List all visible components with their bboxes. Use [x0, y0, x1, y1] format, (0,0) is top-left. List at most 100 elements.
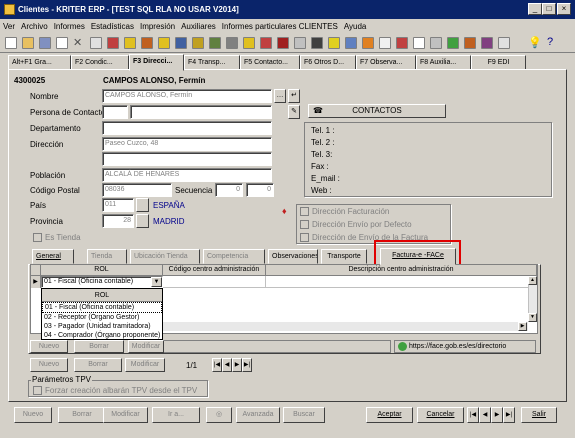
aceptar-button[interactable]: Aceptar	[366, 407, 413, 423]
tab-f4[interactable]: F4 Transp...	[184, 55, 240, 70]
secuencia-input-2[interactable]: 0	[246, 183, 274, 197]
tool-icon-17[interactable]	[277, 37, 289, 49]
direccion-envio-factura-checkbox[interactable]	[300, 233, 309, 242]
departamento-input[interactable]	[102, 121, 272, 135]
subtab-competencia[interactable]: Competencia	[203, 249, 265, 264]
contactos-button[interactable]: ☎ CONTACTOS	[308, 104, 446, 118]
open-folder-icon[interactable]	[22, 37, 34, 49]
nav-next-icon[interactable]: ▶	[491, 407, 503, 423]
dropdown-option-1[interactable]: 01 - Fiscal (Oficina contable)	[42, 302, 162, 313]
grid-header-codigo[interactable]: Código centro administración	[163, 265, 266, 276]
subtab-factura-e[interactable]: Factura-e -FACe	[380, 248, 456, 265]
record-next-icon[interactable]: ▶	[232, 358, 242, 372]
tool-icon-22[interactable]	[362, 37, 374, 49]
subtab-ubicacion-tienda[interactable]: Ubicación Tienda	[130, 249, 200, 264]
persona-contacto-input[interactable]	[130, 105, 272, 119]
record-prev-icon[interactable]: ◀	[222, 358, 232, 372]
direccion-input-2[interactable]	[102, 152, 272, 166]
tab-f9[interactable]: F9 EDI	[471, 55, 526, 70]
record-borrar-button[interactable]: Borrar	[74, 358, 122, 372]
modificar-button[interactable]: Modificar	[103, 407, 148, 423]
tool-icon-20[interactable]	[328, 37, 340, 49]
tool-icon-10[interactable]	[158, 37, 170, 49]
grid-header-descripcion[interactable]: Descripción centro administración	[266, 265, 537, 276]
record-nuevo-button[interactable]: Nuevo	[30, 358, 68, 372]
grid-cell-descripcion[interactable]	[266, 276, 528, 288]
scroll-up-icon[interactable]: ▲	[528, 276, 537, 285]
dropdown-option-2[interactable]: 02 - Receptor (Órgano Gestor)	[42, 313, 162, 322]
subtab-general[interactable]: General	[32, 249, 74, 264]
tool-icon-26[interactable]	[430, 37, 442, 49]
grid-modificar-button[interactable]: Modificar	[128, 340, 164, 353]
new-document-icon[interactable]	[5, 37, 17, 49]
persona-contacto-edit-button[interactable]: ✎	[288, 105, 300, 119]
dropdown-option-3[interactable]: 03 - Pagador (Unidad tramitadora)	[42, 322, 162, 331]
nombre-input[interactable]: CAMPOS ALONSO, Fermín	[102, 89, 272, 103]
direccion-envio-checkbox[interactable]	[300, 220, 309, 229]
tool-icon-11[interactable]	[175, 37, 187, 49]
tool-icon-28[interactable]	[464, 37, 476, 49]
chart-icon[interactable]	[260, 37, 272, 49]
nav-first-icon[interactable]: |◀	[467, 407, 479, 423]
subtab-tienda[interactable]: Tienda	[87, 249, 127, 264]
tool-icon-24[interactable]	[396, 37, 408, 49]
scroll-down-icon[interactable]: ▼	[528, 313, 537, 322]
grid-borrar-button[interactable]: Borrar	[74, 340, 124, 353]
grid-horizontal-scrollbar[interactable]	[163, 322, 528, 331]
tab-f8[interactable]: F8 Auxilia...	[416, 55, 471, 70]
record-modificar-button[interactable]: Modificar	[125, 358, 165, 372]
buscar-button[interactable]: Buscar	[283, 407, 325, 423]
poblacion-input[interactable]: ALCALÁ DE HENARES	[102, 168, 272, 182]
tab-f3[interactable]: F3 Direcci...	[129, 54, 184, 71]
provincia-code-input[interactable]: 28	[102, 214, 134, 228]
menu-auxiliares[interactable]: Auxiliares	[178, 22, 219, 31]
tool-icon-8[interactable]	[124, 37, 136, 49]
minimize-button[interactable]: _	[528, 3, 542, 15]
pais-name[interactable]: ESPAÑA	[153, 200, 185, 211]
record-last-icon[interactable]: ▶|	[242, 358, 252, 372]
tool-icon-9[interactable]	[141, 37, 153, 49]
menu-estadisticas[interactable]: Estadísticas	[88, 22, 137, 31]
direccion-input[interactable]: Paseo Cuzco, 48	[102, 137, 272, 151]
menu-informes[interactable]: Informes	[51, 22, 88, 31]
salir-button[interactable]: Salir	[521, 407, 557, 423]
rol-select[interactable]: 01 - Fiscal (Oficina contable)	[41, 276, 163, 288]
help-question-icon[interactable]: ?	[547, 36, 553, 48]
tool-icon-30[interactable]	[498, 37, 510, 49]
grid-cell-codigo[interactable]	[163, 276, 266, 288]
grid-header-rol[interactable]: ROL	[41, 265, 163, 276]
save-icon[interactable]	[39, 37, 51, 49]
nombre-lookup-button[interactable]: …	[274, 89, 286, 103]
tab-alt-f1[interactable]: Alt+F1 Gra...	[8, 55, 71, 70]
grid-nuevo-button[interactable]: Nuevo	[30, 340, 68, 353]
tool-icon-6[interactable]	[90, 37, 102, 49]
maximize-button[interactable]: □	[542, 3, 556, 15]
menu-ver[interactable]: Ver	[0, 22, 18, 31]
avanzada-button[interactable]: Avanzada	[236, 407, 280, 423]
subtab-transporte[interactable]: Transporte	[321, 249, 367, 264]
edit-icon[interactable]	[56, 37, 68, 49]
status-url-field[interactable]: https://face.gob.es/es/directorio	[394, 340, 536, 353]
provincia-lookup-button[interactable]	[136, 214, 149, 228]
tool-icon-25[interactable]	[413, 37, 425, 49]
tool-icon-21[interactable]	[345, 37, 357, 49]
tool-icon-23[interactable]	[379, 37, 391, 49]
tool-icon-27[interactable]	[447, 37, 459, 49]
tab-f7[interactable]: F7 Observa...	[356, 55, 416, 70]
tab-f5[interactable]: F5 Contacto...	[240, 55, 300, 70]
record-first-icon[interactable]: |◀	[212, 358, 222, 372]
tool-icon-7[interactable]	[107, 37, 119, 49]
menu-impresion[interactable]: Impresión	[137, 22, 178, 31]
dropdown-option-4[interactable]: 04 - Comprador (Órgano proponente)	[42, 331, 162, 340]
codigo-postal-input[interactable]: 08036	[102, 183, 172, 197]
pais-code-input[interactable]: 011	[102, 198, 134, 212]
binoculars-button[interactable]: ◎	[206, 407, 232, 423]
pais-lookup-button[interactable]	[136, 198, 149, 212]
ir-a-button[interactable]: Ir a...	[152, 407, 200, 423]
direccion-facturacion-checkbox[interactable]	[300, 207, 309, 216]
help-bulb-icon[interactable]: 💡	[528, 36, 542, 49]
nav-last-icon[interactable]: ▶|	[503, 407, 515, 423]
subtab-observaciones[interactable]: Observaciones	[268, 249, 318, 264]
nombre-extra-button[interactable]: ↵	[288, 89, 300, 103]
tab-f6[interactable]: F6 Otros D...	[300, 55, 356, 70]
